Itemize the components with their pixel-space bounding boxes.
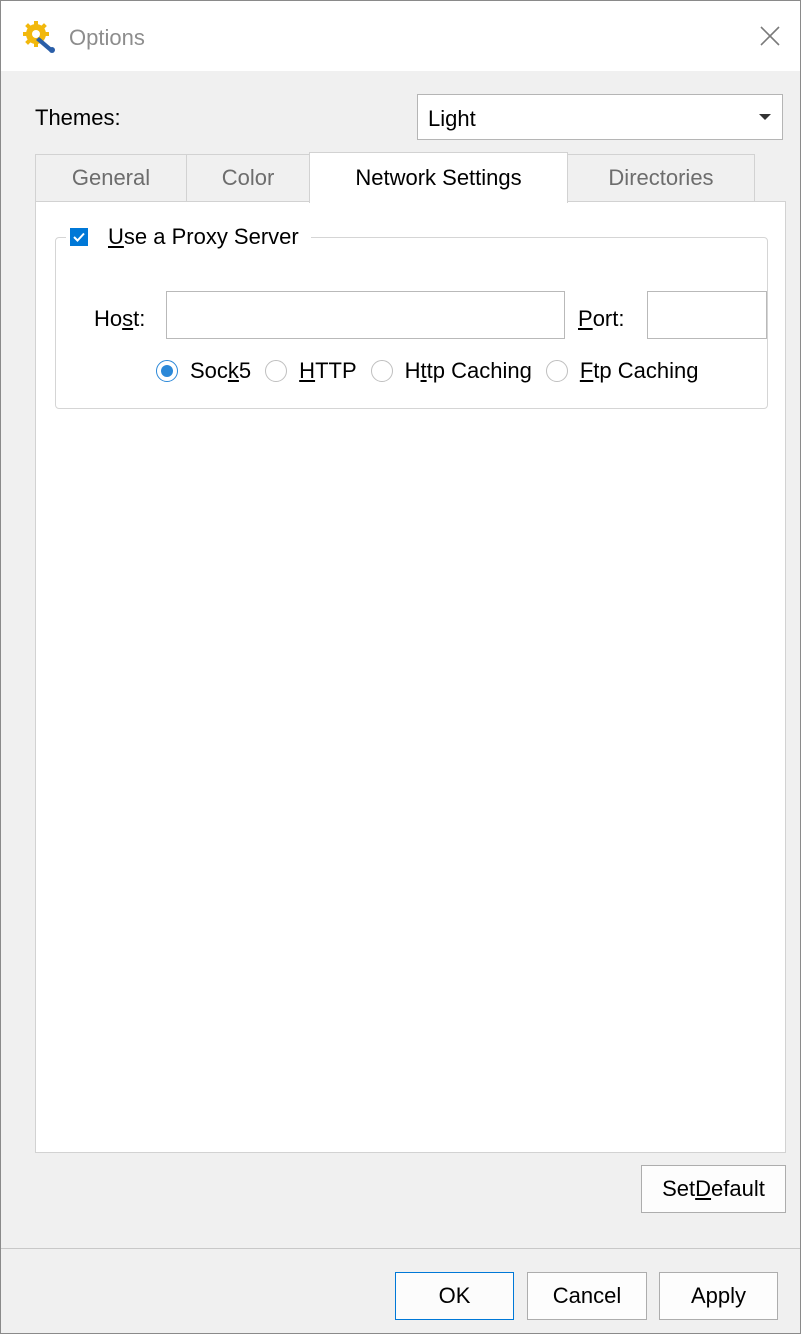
network-settings-panel: Host: Port: Sock5 HTTP Http Caching Ftp … [35,201,786,1153]
checkmark-icon [73,232,85,242]
tab-label: Directories [608,165,714,190]
options-dialog: Options Themes: Light General Color Netw… [0,0,801,1334]
cancel-button[interactable]: Cancel [527,1272,647,1320]
tab-label: General [71,165,151,190]
gear-wrench-icon [23,21,55,53]
window-title: Options [69,25,145,50]
proxy-groupbox: Host: Port: Sock5 HTTP Http Caching Ftp … [55,237,768,409]
apply-button[interactable]: Apply [659,1272,778,1320]
radio-sock5-label[interactable]: Sock5 [190,358,251,384]
radio-http[interactable] [265,360,288,382]
radio-ftp-caching-label[interactable]: Ftp Caching [580,358,699,384]
themes-selected-value: Light [428,106,476,131]
host-label: Host: [94,306,146,331]
tab-label: Network Settings [355,165,522,190]
radio-http-caching[interactable] [370,360,393,382]
use-proxy-checkbox-row[interactable]: Use a Proxy Server [66,222,311,252]
tab-network-settings[interactable]: Network Settings [309,152,568,203]
port-label: Port: [578,306,625,331]
radio-ftp-caching[interactable] [545,360,568,382]
tab-label: Color [221,165,275,190]
port-input[interactable] [647,291,767,339]
title-bar: Options [1,1,800,71]
use-proxy-label: Use a Proxy Server [108,224,299,249]
radio-http-caching-label[interactable]: Http Caching [405,358,532,384]
chevron-down-icon [759,114,771,120]
use-proxy-checkbox[interactable] [70,228,88,246]
close-icon [760,26,780,46]
tab-directories[interactable]: Directories [567,154,755,201]
themes-dropdown[interactable]: Light [417,94,783,140]
radio-http-label[interactable]: HTTP [299,358,356,384]
host-input[interactable] [166,291,565,339]
close-button[interactable] [740,1,800,71]
set-default-button[interactable]: Set Default [641,1165,786,1213]
ok-button[interactable]: OK [395,1272,514,1320]
radio-sock5[interactable] [156,360,178,382]
tab-color[interactable]: Color [186,154,310,201]
protocol-radio-group: Sock5 HTTP Http Caching Ftp Caching [156,354,712,388]
themes-label: Themes: [35,105,121,130]
tab-general[interactable]: General [35,154,187,201]
